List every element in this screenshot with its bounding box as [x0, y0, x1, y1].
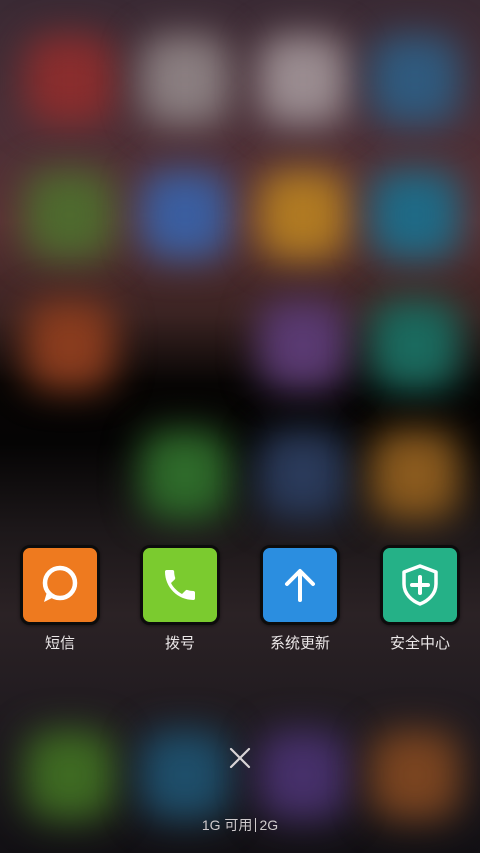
close-icon	[229, 747, 251, 769]
memory-status: 1G 可用 2G	[0, 815, 480, 835]
memory-divider	[255, 818, 257, 832]
app-security-center[interactable]: 安全中心	[360, 545, 480, 654]
memory-total: 2G	[259, 817, 279, 833]
arrow-up-icon	[285, 569, 315, 602]
memory-available: 1G 可用	[201, 817, 253, 833]
app-label: 安全中心	[389, 634, 450, 652]
shield-plus-icon	[402, 564, 438, 606]
app-label: 系统更新	[269, 634, 330, 652]
app-tile[interactable]	[380, 545, 460, 625]
app-messages[interactable]: 短信	[0, 545, 120, 654]
recent-apps-row: 短信 拨号 系统更新 安全中心	[0, 545, 480, 654]
message-bubble-icon	[42, 565, 78, 602]
phone-icon	[165, 570, 195, 600]
app-dialer[interactable]: 拨号	[120, 545, 240, 654]
app-system-update[interactable]: 系统更新	[240, 545, 360, 654]
app-tile[interactable]	[260, 545, 340, 625]
app-tile[interactable]	[140, 545, 220, 625]
clear-all-button[interactable]	[225, 743, 255, 773]
app-label: 拨号	[164, 634, 195, 652]
app-label: 短信	[44, 634, 75, 652]
app-tile[interactable]	[20, 545, 100, 625]
recent-apps-screen: 短信 拨号 系统更新 安全中心 1G 可用 2G	[0, 0, 480, 853]
